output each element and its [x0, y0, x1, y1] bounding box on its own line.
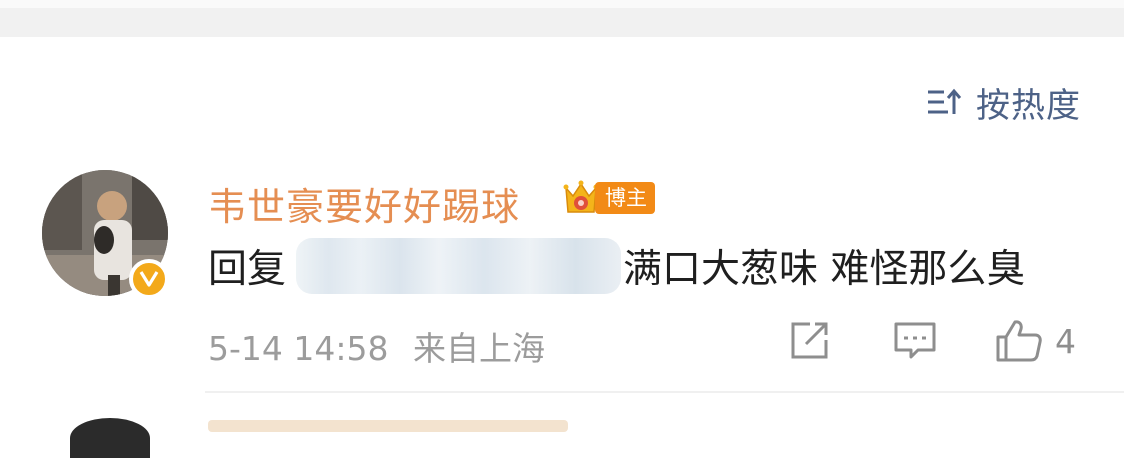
- next-comment-username[interactable]: [208, 420, 568, 432]
- redacted-mention: [296, 238, 622, 294]
- comment-divider: [205, 391, 1124, 393]
- comment-source: 来自上海: [413, 329, 545, 368]
- share-icon: [791, 322, 828, 359]
- like-count: 4: [1055, 321, 1076, 361]
- thumbs-up-icon: [996, 320, 1042, 362]
- next-comment-avatar[interactable]: [70, 418, 150, 458]
- comment-text: 满口大葱味 难怪那么臭: [623, 247, 1026, 292]
- sort-label: 按热度: [976, 85, 1081, 126]
- top-separator-edge: [0, 0, 1124, 8]
- comment-button[interactable]: [893, 318, 937, 364]
- like-button[interactable]: 4: [995, 318, 1076, 364]
- comment-body: 回复 满口大葱味 难怪那么臭: [208, 238, 1025, 294]
- comment-icon: [894, 322, 936, 359]
- blogger-badge-label: 博主: [595, 182, 655, 214]
- crown-icon: [563, 180, 599, 213]
- share-button[interactable]: [788, 318, 832, 364]
- comment-username[interactable]: 韦世豪要好好踢球: [208, 176, 520, 231]
- comment-meta: 5-14 14:58 来自上海: [208, 322, 545, 370]
- blogger-badge: 博主: [563, 178, 655, 218]
- sort-by-hotness-button[interactable]: 按热度: [926, 80, 1081, 126]
- sort-icon: [928, 88, 962, 114]
- verified-badge-icon: [129, 259, 169, 299]
- reply-prefix: 回复: [208, 247, 287, 292]
- comment-date: 5-14 14:58: [208, 329, 389, 368]
